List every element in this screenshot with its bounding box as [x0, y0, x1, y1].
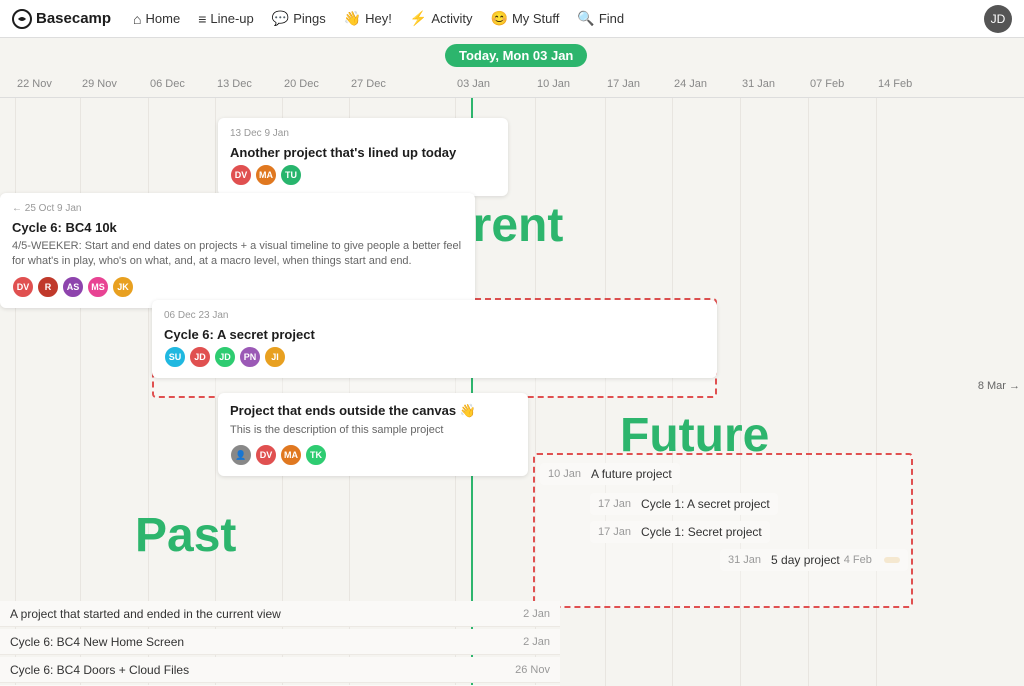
timeline: Today, Mon 03 Jan 22 Nov 29 Nov 06 Dec 13 D…	[0, 38, 1024, 686]
list-item-date: 2 Jan	[523, 636, 550, 648]
future-item[interactable]: 31 Jan 5 day project 4 Feb	[720, 549, 908, 571]
nav-item-activity[interactable]: ⚡Activity	[402, 6, 481, 31]
project-card-bc4-10k[interactable]: ← 25 Oct 9 Jan Cycle 6: BC4 10k 4/5-WEEKER…	[0, 193, 475, 308]
grid-line	[80, 98, 81, 686]
future-item-title: Cycle 1: A secret project	[641, 497, 770, 511]
date-label: 27 Dec	[351, 78, 386, 90]
avatar: DV	[255, 444, 277, 466]
project-card-another-project[interactable]: 13 Dec 9 Jan Another project that's lined…	[218, 118, 508, 196]
nav-item-find[interactable]: 🔍Find	[569, 6, 632, 31]
activity-icon: ⚡	[410, 10, 427, 27]
list-item-date: 26 Nov	[515, 664, 550, 676]
future-item[interactable]: 17 Jan Cycle 1: A secret project	[590, 493, 778, 515]
date-label: 13 Dec	[217, 78, 252, 90]
nav-item-mystuff[interactable]: 😊My Stuff	[483, 6, 568, 31]
grid-line	[148, 98, 149, 686]
project-title: Project that ends outside the canvas 👋	[230, 403, 516, 419]
navbar: Basecamp ⌂Home≡Line-up💬Pings👋Hey!⚡Activi…	[0, 0, 1024, 38]
future-item-title: Cycle 1: Secret project	[641, 525, 762, 539]
avatar: MA	[255, 164, 277, 186]
avatar: JI	[264, 346, 286, 368]
future-item-date: 17 Jan	[598, 498, 631, 510]
project-card-outside-canvas[interactable]: Project that ends outside the canvas 👋 Th…	[218, 393, 528, 476]
future-item-title: 5 day project	[771, 553, 840, 567]
date-label: 20 Dec	[284, 78, 319, 90]
pings-icon: 💬	[272, 10, 289, 27]
lineup-icon: ≡	[198, 11, 206, 27]
future-item[interactable]: 17 Jan Cycle 1: Secret project	[590, 521, 770, 543]
avatar: MS	[87, 276, 109, 298]
grid-line	[15, 98, 16, 686]
date-header: Today, Mon 03 Jan 22 Nov 29 Nov 06 Dec 13 D…	[0, 38, 1024, 98]
avatar: SU	[164, 346, 186, 368]
date-label: 06 Dec	[150, 78, 185, 90]
project-title: Cycle 6: A secret project	[164, 327, 705, 342]
list-item[interactable]: Cycle 6: BC4 Doors + Cloud Files 26 Nov	[0, 657, 560, 683]
nav-item-lineup[interactable]: ≡Line-up	[190, 7, 262, 31]
project-card-secret-project[interactable]: 06 Dec 23 Jan Cycle 6: A secret project SU…	[152, 300, 717, 378]
date-label: 17 Jan	[607, 78, 640, 90]
avatar: JD	[214, 346, 236, 368]
avatar-group: 👤DVMATK	[230, 444, 516, 466]
logo[interactable]: Basecamp	[12, 9, 111, 29]
avatar: TU	[280, 164, 302, 186]
list-item-title: Cycle 6: BC4 New Home Screen	[10, 635, 184, 649]
nav-item-hey[interactable]: 👋Hey!	[336, 6, 400, 31]
future-item-date: 17 Jan	[598, 526, 631, 538]
user-avatar[interactable]: JD	[984, 5, 1012, 33]
project-date-range: 06 Dec 23 Jan	[164, 310, 705, 321]
nav-items: ⌂Home≡Line-up💬Pings👋Hey!⚡Activity😊My Stu…	[125, 6, 980, 31]
future-item-title: A future project	[591, 467, 672, 481]
future-item-date: 31 Jan	[728, 554, 761, 566]
project-title: Cycle 6: BC4 10k	[12, 220, 463, 235]
project-date-range: 13 Dec 9 Jan	[230, 128, 496, 139]
list-item[interactable]: A project that started and ended in the …	[0, 601, 560, 627]
avatar: 👤	[230, 444, 252, 466]
avatar: JK	[112, 276, 134, 298]
label-past: Past	[135, 508, 236, 563]
right-arrow: 8 Mar →	[974, 378, 1024, 394]
future-item-date: 10 Jan	[548, 468, 581, 480]
avatar: AS	[62, 276, 84, 298]
avatar: DV	[12, 276, 34, 298]
future-item-end-date: 4 Feb	[844, 554, 872, 566]
date-label: 03 Jan	[457, 78, 490, 90]
date-label: 29 Nov	[82, 78, 117, 90]
today-pill: Today, Mon 03 Jan	[445, 44, 587, 67]
avatar-group: DVRASMSJK	[12, 276, 463, 298]
date-label: 31 Jan	[742, 78, 775, 90]
list-item-title: Cycle 6: BC4 Doors + Cloud Files	[10, 663, 189, 677]
project-title: Another project that's lined up today	[230, 145, 496, 160]
nav-item-pings[interactable]: 💬Pings	[264, 6, 334, 31]
date-label: 22 Nov	[17, 78, 52, 90]
avatar: R	[37, 276, 59, 298]
project-desc: This is the description of this sample p…	[230, 423, 516, 438]
list-item-date: 2 Jan	[523, 608, 550, 620]
nav-item-home[interactable]: ⌂Home	[125, 7, 188, 31]
project-desc: 4/5-WEEKER: Start and end dates on proje…	[12, 239, 463, 270]
avatar: JD	[189, 346, 211, 368]
date-label: 07 Feb	[810, 78, 844, 90]
hey-icon: 👋	[344, 10, 361, 27]
find-icon: 🔍	[577, 10, 594, 27]
future-item[interactable]: 10 Jan A future project	[540, 463, 680, 485]
avatar: DV	[230, 164, 252, 186]
avatar-group: SUJDJDPNJI	[164, 346, 705, 368]
avatar: PN	[239, 346, 261, 368]
avatar-group: DVMATU	[230, 164, 496, 186]
avatar: MA	[280, 444, 302, 466]
home-icon: ⌂	[133, 11, 141, 27]
avatar: TK	[305, 444, 327, 466]
mystuff-icon: 😊	[491, 10, 508, 27]
list-item-title: A project that started and ended in the …	[10, 607, 281, 621]
date-label: 14 Feb	[878, 78, 912, 90]
date-label: 10 Jan	[537, 78, 570, 90]
label-future: Future	[620, 408, 769, 463]
date-label: 24 Jan	[674, 78, 707, 90]
list-item[interactable]: Cycle 6: BC4 New Home Screen 2 Jan	[0, 629, 560, 655]
project-date-range: ← 25 Oct 9 Jan	[12, 203, 463, 214]
